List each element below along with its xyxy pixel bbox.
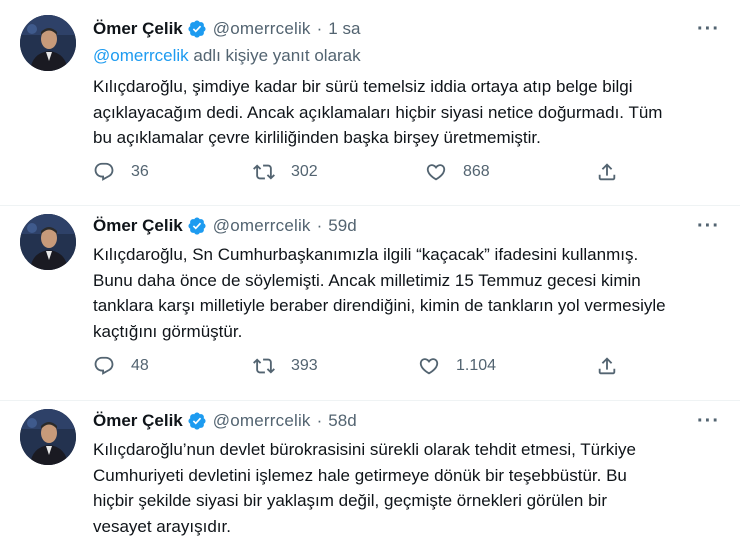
tweet-text-line: bu açıklamalar çevre kirliliğinden başka…	[93, 128, 541, 147]
like-count: 1.104	[456, 357, 497, 374]
like-button[interactable]: 1.104	[418, 355, 496, 377]
avatar[interactable]	[20, 15, 76, 71]
author-name[interactable]: Ömer Çelik	[93, 19, 183, 39]
tweet-text-line: Kılıçdaroğlu’nun devlet bürokrasisini sü…	[93, 440, 636, 459]
like-count: 868	[463, 163, 490, 180]
tweet-text-line: Kılıçdaroğlu, Sn Cumhurbaşkanımızla ilgi…	[93, 245, 639, 264]
tweet-text-line: tanklara karşı milletiyle beraber dirend…	[93, 296, 666, 315]
reply-button[interactable]: 48	[93, 355, 149, 377]
tweet-timestamp[interactable]: 59d	[328, 216, 356, 236]
reply-icon	[94, 356, 114, 375]
author-name[interactable]: Ömer Çelik	[93, 216, 183, 236]
separator-dot: ·	[316, 19, 323, 38]
avatar[interactable]	[20, 409, 76, 465]
heart-icon	[426, 164, 446, 181]
share-button[interactable]	[596, 161, 618, 183]
tweet-1[interactable]: Ömer Çelik @omerrcelik · 1 sa ··· @omerr…	[0, 0, 740, 206]
reply-suffix-text: adlı kişiye yanıt olarak	[188, 46, 361, 65]
tweet-actions: 36 302 868	[93, 161, 633, 185]
share-icon	[598, 163, 616, 181]
retweet-icon	[253, 164, 275, 180]
tweet-text-line: açıklayacağım dedi. Ancak açıklamaları h…	[93, 102, 663, 122]
retweet-count: 302	[291, 163, 318, 180]
reply-button[interactable]: 36	[93, 161, 149, 183]
retweet-count: 393	[291, 357, 318, 374]
tweet-header: Ömer Çelik @omerrcelik · 58d	[93, 409, 357, 433]
tweet-text-line: Kılıçdaroğlu, şimdiye kadar bir sürü tem…	[93, 77, 633, 96]
more-options-icon[interactable]: ···	[697, 411, 720, 431]
tweet-text-line: Bunu daha önce de söylemişti. Ancak mill…	[93, 270, 641, 290]
retweet-icon	[253, 358, 275, 374]
heart-icon	[419, 358, 439, 375]
tweet-text: Kılıçdaroğlu, şimdiye kadar bir sürü tem…	[93, 74, 723, 151]
verified-badge-icon	[188, 20, 206, 38]
tweet-2[interactable]: Ömer Çelik @omerrcelik · 59d ··· Kılıçda…	[0, 206, 740, 401]
verified-badge-icon	[188, 412, 206, 430]
tweet-header: Ömer Çelik @omerrcelik · 1 sa	[93, 17, 360, 41]
tweet-text: Kılıçdaroğlu, Sn Cumhurbaşkanımızla ilgi…	[93, 242, 723, 344]
reply-mention-link[interactable]: @omerrcelik	[93, 46, 189, 65]
author-handle[interactable]: @omerrcelik	[213, 19, 311, 39]
tweet-timestamp[interactable]: 1 sa	[328, 19, 360, 39]
share-icon	[598, 357, 616, 375]
avatar[interactable]	[20, 214, 76, 270]
reply-count: 48	[131, 357, 149, 374]
retweet-button[interactable]: 393	[253, 355, 318, 377]
reply-count: 36	[131, 163, 149, 180]
replying-to: @omerrcelik adlı kişiye yanıt olarak	[93, 46, 361, 66]
reply-icon	[94, 162, 114, 181]
share-button[interactable]	[596, 355, 618, 377]
author-handle[interactable]: @omerrcelik	[213, 411, 311, 431]
tweet-text-line: hiçbir şekilde siyasi bir yaklaşım değil…	[93, 491, 607, 510]
tweet-text-line: vesayet arayışıdır.	[93, 516, 231, 536]
author-name[interactable]: Ömer Çelik	[93, 411, 183, 431]
tweet-actions: 48 393 1.104	[93, 355, 633, 379]
tweet-text-line: kaçtığını görmüştür.	[93, 321, 243, 341]
author-handle[interactable]: @omerrcelik	[213, 216, 311, 236]
tweet-3[interactable]: Ömer Çelik @omerrcelik · 58d ··· Kılıçda…	[0, 401, 740, 547]
tweet-text-line: Cumhuriyeti devletini işlemez hale getir…	[93, 465, 627, 485]
more-options-icon[interactable]: ···	[697, 216, 720, 236]
like-button[interactable]: 868	[425, 161, 490, 183]
tweet-text: Kılıçdaroğlu’nun devlet bürokrasisini sü…	[93, 437, 723, 539]
verified-badge-icon	[188, 217, 206, 235]
separator-dot: ·	[316, 411, 323, 430]
separator-dot: ·	[316, 216, 323, 235]
tweet-timestamp[interactable]: 58d	[328, 411, 356, 431]
tweet-header: Ömer Çelik @omerrcelik · 59d	[93, 214, 357, 238]
retweet-button[interactable]: 302	[253, 161, 318, 183]
more-options-icon[interactable]: ···	[697, 19, 720, 39]
